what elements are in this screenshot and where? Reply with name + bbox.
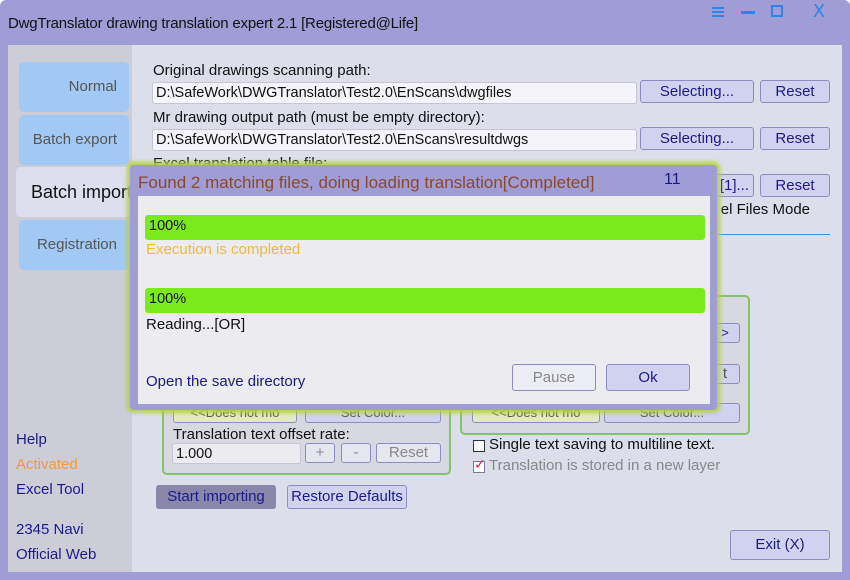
dialog-title: Found 2 matching files, doing loading tr… [138, 173, 595, 192]
close-icon[interactable]: X [808, 2, 830, 22]
help-link[interactable]: Help [16, 431, 47, 448]
output-path-label: Mr drawing output path (must be empty di… [153, 109, 485, 126]
offset-minus-button[interactable]: - [341, 443, 371, 463]
activated-link[interactable]: Activated [16, 456, 78, 473]
output-path-select-button[interactable]: Selecting... [640, 127, 754, 150]
start-importing-button[interactable]: Start importing [156, 485, 276, 509]
multiline-checkbox[interactable] [473, 440, 485, 452]
file-status: Reading...[OR] [146, 316, 246, 333]
sidebar: Normal Batch export Batch import Registr… [8, 45, 140, 572]
menu-icon[interactable] [707, 2, 729, 22]
exit-button[interactable]: Exit (X) [730, 530, 830, 560]
maximize-icon[interactable] [766, 2, 788, 22]
new-layer-checkbox[interactable] [473, 457, 486, 473]
file-progress-fill [145, 288, 705, 313]
open-save-directory-link[interactable]: Open the save directory [146, 373, 305, 390]
tab-normal[interactable]: Normal [19, 62, 129, 112]
excel-tool-link[interactable]: Excel Tool [16, 481, 84, 498]
official-web-link[interactable]: Official Web [16, 546, 96, 563]
ok-button[interactable]: Ok [606, 364, 690, 391]
scan-path-label: Original drawings scanning path: [153, 62, 371, 79]
scan-path-input[interactable]: D:\SafeWork\DWGTranslator\Test2.0\EnScan… [152, 82, 637, 104]
navi-2345-link[interactable]: 2345 Navi [16, 521, 84, 538]
overall-progress-bar: 100% [145, 215, 705, 240]
offset-rate-input[interactable]: 1.000 [172, 443, 301, 464]
new-layer-label: Translation is stored in a new layer [489, 457, 721, 474]
window-title: DwgTranslator drawing translation expert… [8, 15, 418, 32]
overall-progress-fill [145, 215, 705, 240]
app-window: DwgTranslator drawing translation expert… [0, 0, 850, 580]
progress-dialog: Found 2 matching files, doing loading tr… [130, 165, 717, 410]
tab-batch-export[interactable]: Batch export [19, 115, 129, 165]
dialog-count: 11 [664, 171, 681, 188]
output-path-input[interactable]: D:\SafeWork\DWGTranslator\Test2.0\EnScan… [152, 129, 637, 151]
dialog-body: 100% Execution is completed 100% Reading… [138, 196, 710, 404]
pause-button[interactable]: Pause [512, 364, 596, 391]
offset-plus-button[interactable]: + [305, 443, 335, 463]
minimize-icon[interactable] [737, 2, 759, 22]
output-path-reset-button[interactable]: Reset [760, 127, 830, 150]
tab-batch-import[interactable]: Batch import [16, 167, 140, 217]
overall-progress-text: 100% [149, 218, 187, 234]
multiline-label: Single text saving to multiline text. [489, 436, 715, 453]
scan-path-reset-button[interactable]: Reset [760, 80, 830, 103]
restore-defaults-button[interactable]: Restore Defaults [287, 485, 407, 509]
scan-path-select-button[interactable]: Selecting... [640, 80, 754, 103]
offset-rate-label: Translation text offset rate: [173, 426, 350, 443]
excel-file-reset-button[interactable]: Reset [760, 174, 830, 197]
offset-reset-button[interactable]: Reset [376, 443, 441, 463]
tab-registration[interactable]: Registration [19, 220, 129, 270]
file-progress-text: 100% [149, 291, 187, 307]
overall-status: Execution is completed [146, 241, 301, 258]
file-progress-bar: 100% [145, 288, 705, 313]
